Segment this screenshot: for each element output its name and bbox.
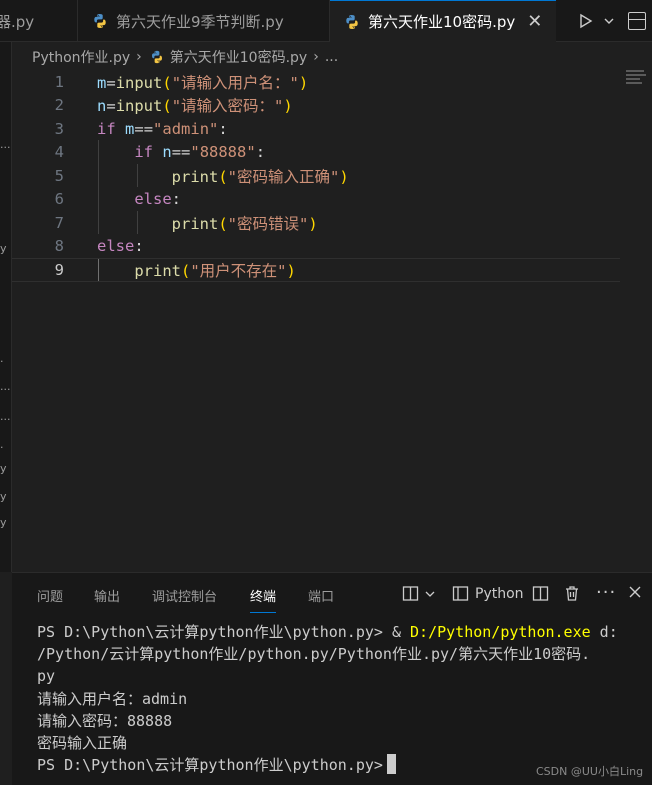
code-text: if n=="88888":: [134, 143, 266, 162]
breadcrumb-folder[interactable]: Python作业.py: [32, 47, 130, 67]
code-line[interactable]: 1 m=input("请输入用户名："): [12, 70, 620, 94]
bottom-panel: 问题 输出 调试控制台 终端 端口 Python ··· PS D:\Pytho…: [12, 572, 652, 785]
terminal-line: 密码输入正确: [37, 734, 128, 753]
trash-icon[interactable]: [564, 585, 580, 602]
tab-debug-console[interactable]: 调试控制台: [152, 586, 217, 605]
line-number: 8: [54, 237, 64, 256]
breadcrumb-file[interactable]: 第六天作业10密码.py: [170, 47, 307, 67]
terminal-line: 请输入密码：88888: [37, 711, 173, 730]
code-text: print("密码输入正确"): [171, 167, 349, 186]
chevron-right-icon: ›: [136, 49, 142, 65]
code-editor[interactable]: 1 m=input("请输入用户名：") 2 n=input("请输入密码：")…: [12, 70, 652, 570]
terminal-line: 请输入用户名：admin: [37, 689, 188, 708]
code-line[interactable]: 8 else:: [12, 235, 620, 259]
split-terminal-icon[interactable]: [532, 585, 549, 602]
split-editor-icon[interactable]: [628, 12, 646, 30]
tab-partial-py-file[interactable]: 器.py: [0, 0, 78, 42]
code-line[interactable]: 3 if m=="admin":: [12, 117, 620, 141]
breadcrumb: Python作业.py › 第六天作业10密码.py › ...: [32, 45, 338, 69]
sidebar-edge: ... y . ... ... . y y y: [0, 42, 12, 572]
python-file-icon: [344, 14, 360, 30]
line-number: 1: [54, 72, 64, 91]
terminal-line: py: [37, 667, 56, 686]
more-actions-icon[interactable]: ···: [596, 582, 616, 603]
code-line[interactable]: 7 print("密码错误"): [12, 211, 620, 235]
minimap[interactable]: [626, 70, 650, 90]
python-file-icon: [92, 13, 108, 29]
code-text: print("密码错误"): [171, 214, 318, 233]
tab-season-judge[interactable]: 第六天作业9季节判断.py: [78, 0, 330, 42]
code-text: print("用户不存在"): [134, 261, 296, 280]
line-number: 9: [54, 260, 64, 279]
code-text: m=input("请输入用户名："): [97, 73, 309, 92]
terminal-line: /Python/云计算python作业/python.py/Python作业.p…: [37, 645, 591, 664]
watermark: CSDN @UU小白Ling: [536, 765, 644, 778]
chevron-down-icon: [425, 591, 435, 597]
code-line[interactable]: 6 else:: [12, 188, 620, 212]
chevron-down-icon[interactable]: [602, 14, 616, 28]
play-icon: [580, 13, 593, 29]
line-number: 6: [54, 190, 64, 209]
tab-problems[interactable]: 问题: [37, 586, 63, 605]
code-line[interactable]: 2 n=input("请输入密码："): [12, 94, 620, 118]
terminal-profile-label: Python: [475, 585, 524, 602]
new-terminal-split-icon[interactable]: [402, 585, 436, 602]
code-text: else:: [134, 190, 181, 209]
code-line-current[interactable]: 9 print("用户不存在"): [12, 258, 620, 282]
code-line[interactable]: 5 print("密码输入正确"): [12, 164, 620, 188]
tab-label: 第六天作业9季节判断.py: [116, 12, 284, 31]
terminal-profile-python[interactable]: Python: [452, 585, 524, 602]
code-text: if m=="admin":: [97, 119, 228, 138]
python-file-icon: [150, 50, 164, 64]
terminal-cursor: [386, 754, 396, 775]
code-text: else:: [97, 237, 144, 256]
chevron-right-icon: ›: [313, 49, 319, 65]
tab-terminal[interactable]: 终端: [250, 586, 277, 613]
close-icon[interactable]: [628, 585, 642, 599]
line-number: 2: [54, 96, 64, 115]
line-number: 7: [54, 213, 64, 232]
terminal-layout-icon: [452, 586, 469, 601]
tab-label: 器.py: [0, 12, 35, 31]
code-line[interactable]: 4 if n=="88888":: [12, 141, 620, 165]
tab-output[interactable]: 输出: [94, 586, 120, 605]
panel-tab-bar: 问题 输出 调试控制台 终端 端口 Python ···: [12, 573, 652, 615]
code-text: n=input("请输入密码："): [97, 97, 293, 116]
breadcrumb-more[interactable]: ...: [325, 49, 338, 65]
line-number: 3: [54, 119, 64, 138]
tab-ports[interactable]: 端口: [308, 586, 334, 605]
tab-label: 第六天作业10密码.py: [368, 13, 516, 31]
line-number: 5: [54, 166, 64, 185]
terminal-output[interactable]: PS D:\Python\云计算python作业\python.py> & D:…: [37, 621, 637, 776]
editor-tab-bar: 器.py 第六天作业9季节判断.py 第六天作业10密码.py ✕: [0, 0, 652, 42]
tab-password-active[interactable]: 第六天作业10密码.py ✕: [330, 0, 556, 42]
run-python-file-button[interactable]: [578, 10, 622, 32]
line-number: 4: [54, 143, 64, 162]
terminal-line: PS D:\Python\云计算python作业\python.py> & D:…: [37, 623, 618, 641]
close-icon[interactable]: ✕: [527, 11, 542, 32]
